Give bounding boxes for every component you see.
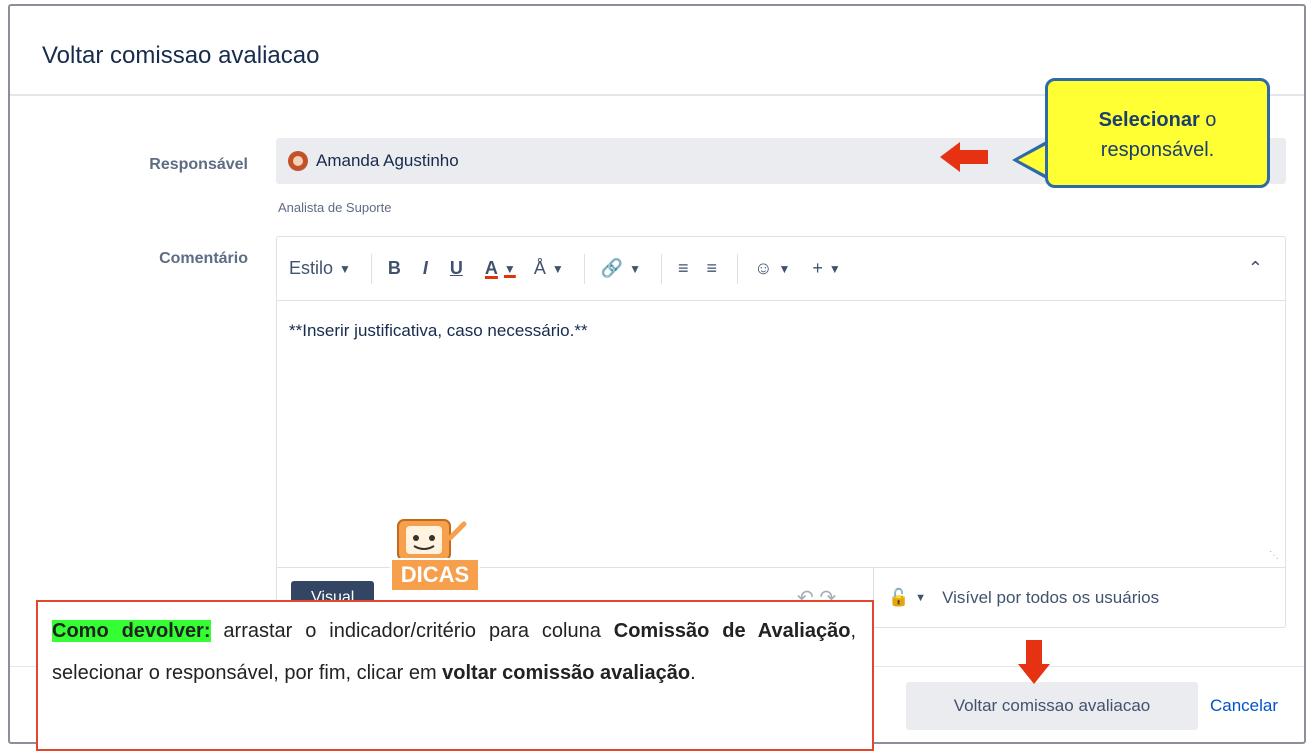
style-label: Estilo [289, 258, 334, 278]
visibility-selector[interactable]: 🔓 ▼ Visível por todos os usuários [873, 568, 1159, 628]
callout-bold: Selecionar [1098, 109, 1200, 131]
responsavel-subtext: Analista de Suporte [278, 200, 392, 215]
tip-text-1: arrastar o indicador/critério para colun… [210, 620, 614, 642]
chevron-up-icon: ⌃ [1247, 258, 1263, 278]
underline-button[interactable]: U [450, 258, 463, 279]
cancel-link[interactable]: Cancelar [1210, 696, 1278, 716]
avatar [288, 151, 308, 171]
chevron-down-icon: ▼ [629, 261, 642, 276]
dialog-title: Voltar comissao avaliacao [42, 42, 320, 69]
tip-text-3: . [690, 662, 696, 684]
chevron-down-icon: ▼ [339, 261, 351, 276]
unlock-icon: 🔓 [888, 588, 910, 607]
text-format-icon: Å [533, 258, 546, 278]
comentario-label: Comentário [159, 250, 248, 267]
comment-text[interactable]: **Inserir justificativa, caso necessário… [277, 301, 1285, 361]
emoji-icon: ☺ [754, 258, 773, 278]
visibility-label: Visível por todos os usuários [942, 588, 1160, 607]
style-dropdown[interactable]: Estilo ▼ [289, 258, 351, 279]
insert-more-button[interactable]: + ▼ [812, 258, 840, 279]
arrow-left-icon [940, 142, 988, 172]
link-button[interactable]: 🔗 ▼ [601, 258, 641, 279]
chevron-down-icon: ▼ [551, 261, 564, 276]
toolbar-divider [370, 253, 372, 284]
editor-toolbar: Estilo ▼ B I U A ▼ Å ▼ 🔗 ▼ ≡ ≡ ☺ ▼ + ▼ ⌃ [277, 237, 1285, 301]
callout-tail-fill [1018, 144, 1048, 176]
toolbar-divider [737, 253, 739, 284]
plus-icon: + [812, 258, 823, 278]
text-format-button[interactable]: Å ▼ [534, 258, 564, 279]
tip-highlight: Como devolver: [52, 620, 211, 642]
submit-button[interactable]: Voltar comissao avaliacao [906, 682, 1198, 730]
callout-text: o [1199, 109, 1217, 131]
italic-button[interactable]: I [423, 258, 428, 279]
link-icon: 🔗 [600, 258, 624, 278]
chevron-down-icon: ▼ [778, 261, 791, 276]
responsavel-label: Responsável [149, 156, 248, 173]
collapse-toolbar-button[interactable]: ⌃ [1248, 258, 1263, 279]
chevron-down-icon: ▼ [503, 261, 516, 276]
toolbar-divider [583, 253, 585, 284]
chevron-down-icon: ▼ [828, 261, 841, 276]
resize-handle-icon[interactable]: ⋱ [1269, 550, 1279, 561]
arrow-down-icon [1018, 640, 1050, 684]
tip-bold-2: voltar comissão avaliação [442, 662, 691, 684]
tip-bold-1: Comissão de Avaliação [613, 620, 851, 642]
callout-select-responsavel: Selecionar o responsável. [1045, 78, 1270, 188]
dicas-label: DICAS [390, 558, 480, 592]
emoji-button[interactable]: ☺ ▼ [754, 258, 790, 279]
tip-box: Como devolver: arrastar o indicador/crit… [36, 600, 874, 751]
chevron-down-icon: ▼ [915, 592, 927, 604]
numbered-list-button[interactable]: ≡ [707, 258, 718, 279]
text-color-label: A [484, 258, 498, 278]
text-color-button[interactable]: A ▼ [485, 258, 516, 279]
numbered-list-icon: ≡ [706, 258, 718, 278]
bullet-list-button[interactable]: ≡ [678, 258, 689, 279]
bold-button[interactable]: B [388, 258, 401, 279]
bullet-list-icon: ≡ [678, 258, 689, 278]
responsavel-value: Amanda Agustinho [316, 151, 459, 170]
toolbar-divider [661, 253, 663, 284]
callout-text-2: responsável. [1100, 139, 1215, 161]
